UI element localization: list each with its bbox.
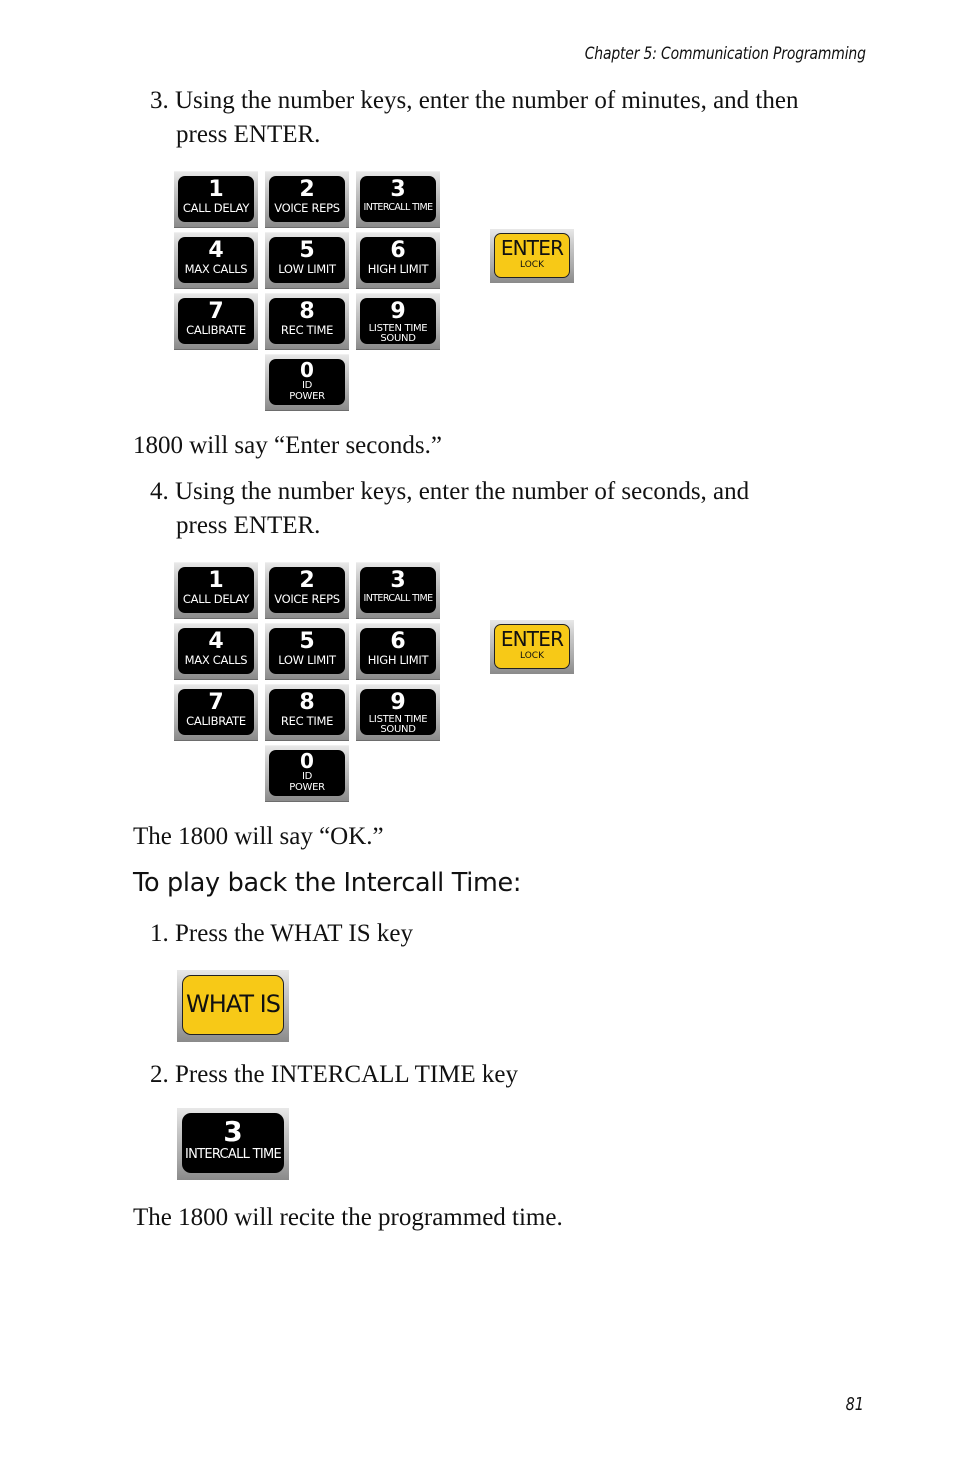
key-label: CALIBRATE bbox=[186, 323, 246, 337]
key-3[interactable]: 3 INTERCALL TIME bbox=[356, 171, 440, 228]
key-label: INTERCALL TIME bbox=[184, 1147, 282, 1162]
key-label: HIGH LIMIT bbox=[367, 262, 429, 276]
chapter-header: Chapter 5: Communication Programming bbox=[584, 44, 866, 64]
step-3-text-line1: 3. Using the number keys, enter the numb… bbox=[150, 87, 799, 114]
key-label: REC TIME bbox=[280, 714, 334, 728]
key-0[interactable]: 0 ID POWER bbox=[265, 745, 349, 802]
key-number: 3 bbox=[223, 1115, 243, 1148]
key-0[interactable]: 0 ID POWER bbox=[265, 354, 349, 411]
key-label: HIGH LIMIT bbox=[367, 653, 429, 667]
key-label: MAX CALLS bbox=[184, 653, 248, 667]
key-label-2: POWER bbox=[289, 391, 325, 402]
key-8[interactable]: 8 REC TIME bbox=[265, 293, 349, 350]
key-4[interactable]: 4 MAX CALLS bbox=[174, 232, 258, 289]
key-7[interactable]: 7 CALIBRATE bbox=[174, 293, 258, 350]
key-label: VOICE REPS bbox=[274, 592, 340, 606]
key-9[interactable]: 9 LISTEN TIME SOUND bbox=[356, 293, 440, 350]
key-number: 2 bbox=[299, 568, 315, 593]
enter-seconds-text: 1800 will say “Enter seconds.” bbox=[133, 432, 442, 459]
key-label: REC TIME bbox=[280, 323, 334, 337]
key-label: ID bbox=[301, 380, 313, 391]
playback-step-1: 1. Press the WHAT IS key bbox=[150, 920, 413, 947]
key-label: CALL DELAY bbox=[182, 201, 250, 215]
key-label: INTERCALL TIME bbox=[363, 593, 434, 604]
key-number: 9 bbox=[390, 690, 406, 715]
key-number: 3 bbox=[390, 568, 406, 593]
key-label-2: SOUND bbox=[380, 724, 416, 735]
key-number: 2 bbox=[299, 177, 315, 202]
key-5[interactable]: 5 LOW LIMIT bbox=[265, 232, 349, 289]
key-number: 7 bbox=[208, 690, 224, 715]
key-3[interactable]: 3 INTERCALL TIME bbox=[356, 562, 440, 619]
key-number: 7 bbox=[208, 299, 224, 324]
key-1[interactable]: 1 CALL DELAY bbox=[174, 562, 258, 619]
keypad-minutes: 1 CALL DELAY 2 VOICE REPS 3 INTERCALL TIME … bbox=[174, 171, 594, 411]
key-number: 1 bbox=[208, 568, 224, 593]
step-3-text-line2: press ENTER. bbox=[176, 121, 321, 148]
key-8[interactable]: 8 REC TIME bbox=[265, 684, 349, 741]
playback-heading: To play back the Intercall Time: bbox=[133, 868, 522, 898]
enter-label: ENTER bbox=[500, 236, 564, 260]
what-is-key[interactable]: WHAT IS bbox=[177, 970, 289, 1042]
say-ok-text: The 1800 will say “OK.” bbox=[133, 823, 384, 850]
what-is-label: WHAT IS bbox=[182, 975, 284, 1035]
enter-key[interactable]: ENTER LOCK bbox=[490, 620, 574, 674]
key-number: 8 bbox=[299, 299, 315, 324]
lock-label: LOCK bbox=[520, 651, 544, 661]
key-label: CALIBRATE bbox=[186, 714, 246, 728]
key-number: 9 bbox=[390, 299, 406, 324]
key-number: 6 bbox=[390, 629, 406, 654]
key-number: 3 bbox=[390, 177, 406, 202]
key-number: 5 bbox=[299, 238, 315, 263]
lock-label: LOCK bbox=[520, 260, 544, 270]
enter-label: ENTER bbox=[500, 627, 564, 651]
key-number: 4 bbox=[208, 629, 224, 654]
enter-key[interactable]: ENTER LOCK bbox=[490, 229, 574, 283]
key-6[interactable]: 6 HIGH LIMIT bbox=[356, 623, 440, 680]
key-label: LOW LIMIT bbox=[278, 653, 336, 667]
page-number: 81 bbox=[845, 1394, 864, 1415]
key-label: INTERCALL TIME bbox=[363, 202, 434, 213]
recite-text: The 1800 will recite the programmed time… bbox=[133, 1204, 563, 1231]
key-number: 1 bbox=[208, 177, 224, 202]
key-6[interactable]: 6 HIGH LIMIT bbox=[356, 232, 440, 289]
intercall-time-key[interactable]: 3 INTERCALL TIME bbox=[177, 1108, 289, 1180]
key-number: 8 bbox=[299, 690, 315, 715]
key-9[interactable]: 9 LISTEN TIME SOUND bbox=[356, 684, 440, 741]
key-2[interactable]: 2 VOICE REPS bbox=[265, 171, 349, 228]
key-label: ID bbox=[301, 771, 313, 782]
key-number: 0 bbox=[300, 749, 314, 773]
key-7[interactable]: 7 CALIBRATE bbox=[174, 684, 258, 741]
key-number: 5 bbox=[299, 629, 315, 654]
key-label-2: POWER bbox=[289, 782, 325, 793]
key-5[interactable]: 5 LOW LIMIT bbox=[265, 623, 349, 680]
key-label: MAX CALLS bbox=[184, 262, 248, 276]
key-label-2: SOUND bbox=[380, 333, 416, 344]
step-4-text-line1: 4. Using the number keys, enter the numb… bbox=[150, 478, 750, 505]
key-number: 6 bbox=[390, 238, 406, 263]
key-2[interactable]: 2 VOICE REPS bbox=[265, 562, 349, 619]
key-4[interactable]: 4 MAX CALLS bbox=[174, 623, 258, 680]
keypad-seconds: 1 CALL DELAY 2 VOICE REPS 3 INTERCALL TIME … bbox=[174, 562, 594, 802]
playback-step-2: 2. Press the INTERCALL TIME key bbox=[150, 1061, 519, 1088]
key-1[interactable]: 1 CALL DELAY bbox=[174, 171, 258, 228]
key-number: 4 bbox=[208, 238, 224, 263]
key-label: LOW LIMIT bbox=[278, 262, 336, 276]
key-label: VOICE REPS bbox=[274, 201, 340, 215]
step-4-text-line2: press ENTER. bbox=[176, 512, 321, 539]
key-number: 0 bbox=[300, 358, 314, 382]
key-label: CALL DELAY bbox=[182, 592, 250, 606]
